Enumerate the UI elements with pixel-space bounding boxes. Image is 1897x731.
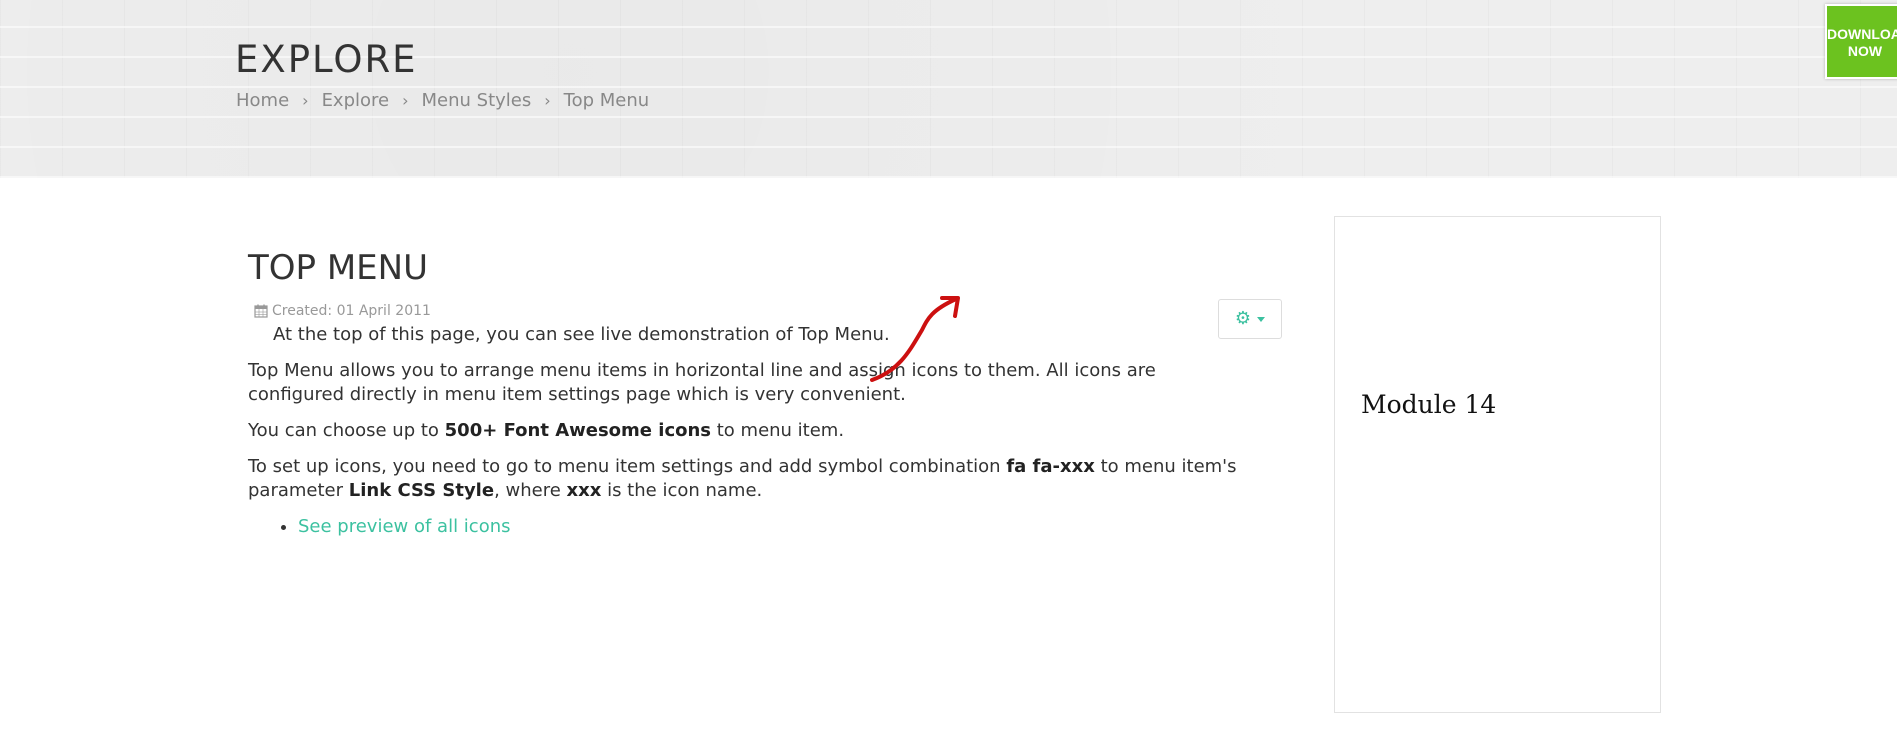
download-label-line2: NOW	[1847, 43, 1883, 59]
page-header-banner: EXPLORE Home › Explore › Menu Styles › T…	[0, 0, 1897, 178]
setup-paragraph: To set up icons, you need to go to menu …	[248, 455, 1248, 503]
download-label-line1: DOWNLOAD	[1827, 26, 1897, 42]
article-title: TOP MENU	[248, 248, 428, 288]
description-paragraph: Top Menu allows you to arrange menu item…	[248, 360, 1156, 405]
breadcrumb-home[interactable]: Home	[236, 90, 289, 111]
module-label: Module 14	[1361, 390, 1497, 419]
icon-name-placeholder: xxx	[566, 480, 602, 501]
list-item: See preview of all icons	[298, 515, 1248, 539]
text-segment: To set up icons, you need to go to menu …	[248, 456, 1007, 477]
intro-paragraph: At the top of this page, you can see liv…	[273, 324, 890, 345]
text-segment: is the icon name.	[601, 480, 763, 501]
text-segment: You can choose up to	[248, 420, 445, 441]
article-body: At the top of this page, you can see liv…	[248, 323, 1248, 539]
code-fa-class: fa fa-xxx	[1006, 456, 1095, 477]
caret-down-icon	[1257, 316, 1266, 322]
chevron-right-icon: ›	[544, 91, 551, 110]
icons-count-paragraph: You can choose up to 500+ Font Awesome i…	[248, 419, 1248, 443]
see-preview-link[interactable]: See preview of all icons	[298, 516, 511, 537]
download-now-button[interactable]: DOWNLOAD NOW	[1825, 4, 1897, 79]
breadcrumb-menu-styles[interactable]: Menu Styles	[422, 90, 532, 111]
calendar-icon	[254, 304, 268, 318]
text-segment: , where	[494, 480, 567, 501]
chevron-right-icon: ›	[302, 91, 309, 110]
link-css-style-label: Link CSS Style	[348, 480, 495, 501]
created-date: Created: 01 April 2011	[272, 303, 431, 319]
links-list: See preview of all icons	[248, 515, 1248, 539]
font-awesome-count: 500+ Font Awesome icons	[444, 420, 712, 441]
sidebar-module: Module 14	[1334, 216, 1661, 713]
breadcrumb-current: Top Menu	[563, 90, 650, 111]
breadcrumb: Home › Explore › Menu Styles › Top Menu	[236, 90, 649, 111]
breadcrumb-explore[interactable]: Explore	[322, 90, 390, 111]
page-title: EXPLORE	[235, 38, 418, 81]
chevron-right-icon: ›	[402, 91, 409, 110]
article-meta: Created: 01 April 2011	[254, 303, 431, 319]
text-segment: to menu item.	[711, 420, 845, 441]
